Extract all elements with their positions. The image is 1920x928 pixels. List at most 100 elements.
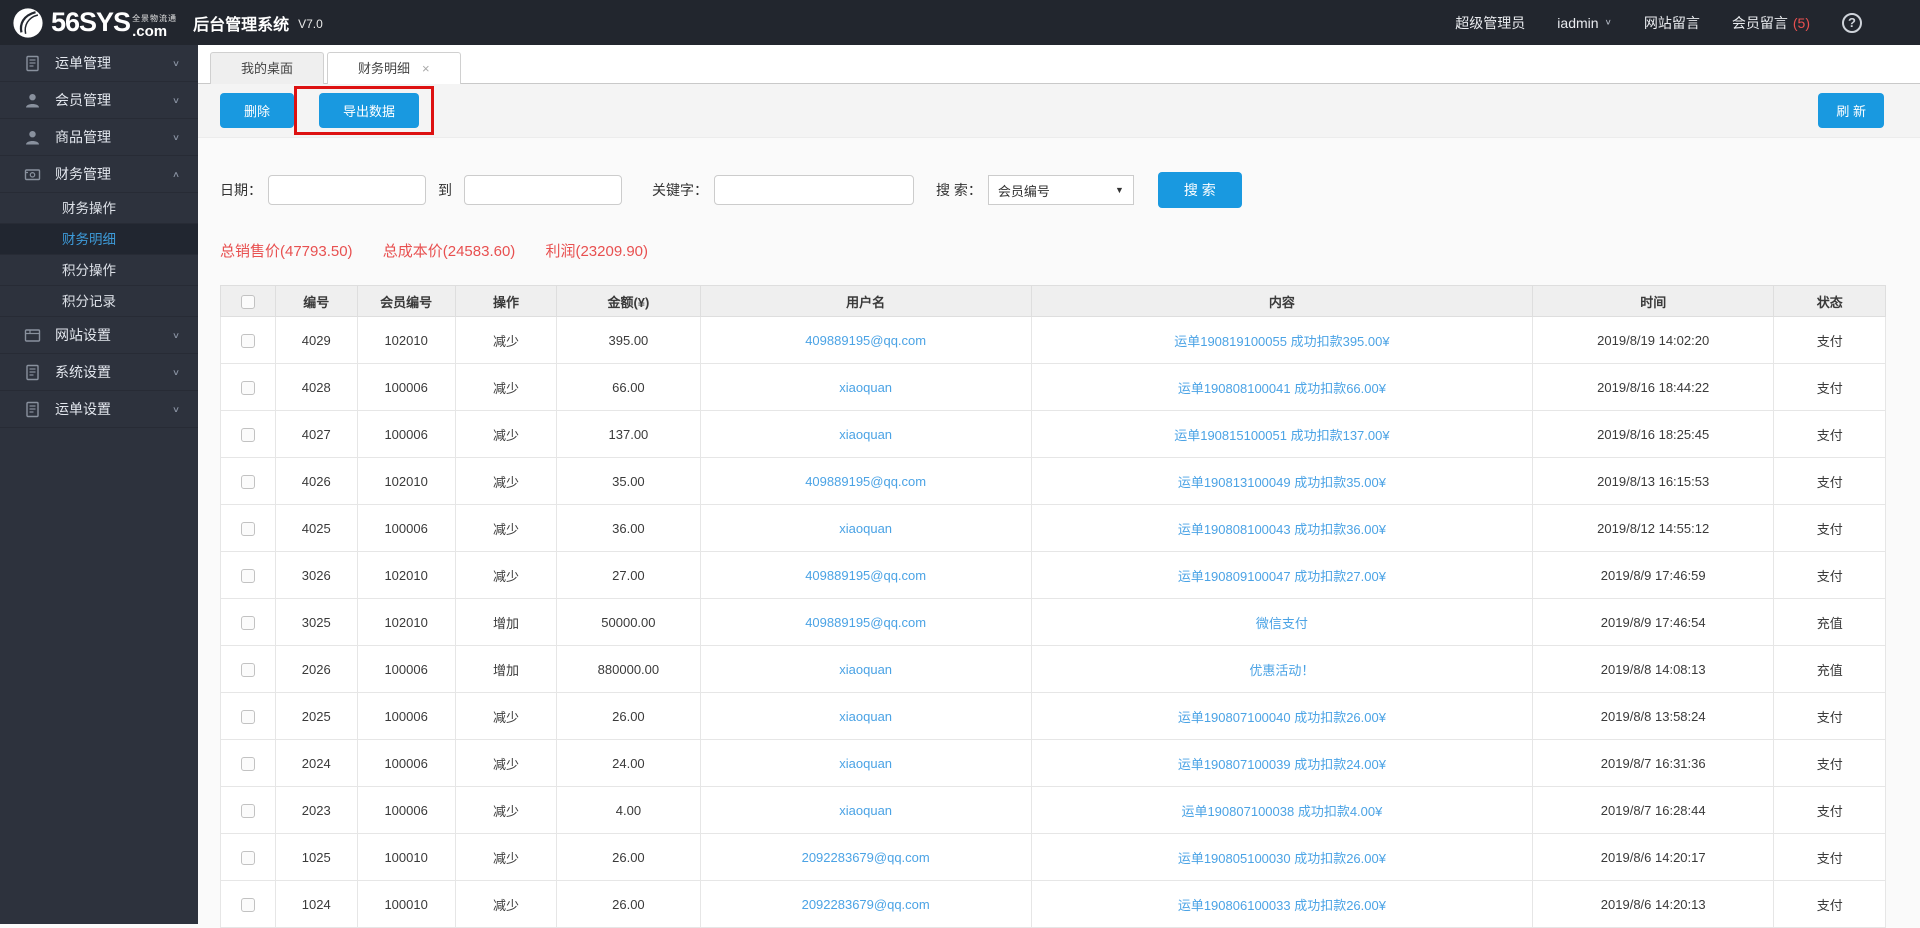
row-username-link[interactable]: 409889195@qq.com [699, 598, 1032, 646]
row-content-link[interactable]: 运单190807100040 成功扣款26.00¥ [1030, 692, 1533, 740]
row-content-link[interactable]: 微信支付 [1030, 598, 1533, 646]
row-checkbox[interactable] [240, 850, 255, 865]
row-checkbox[interactable] [240, 427, 255, 442]
row-content-link[interactable]: 运单190805100030 成功扣款26.00¥ [1030, 833, 1533, 881]
row-checkbox[interactable] [240, 521, 255, 536]
row-content-link[interactable]: 运单190813100049 成功扣款35.00¥ [1030, 457, 1533, 505]
search-button[interactable]: 搜 索 [1157, 172, 1242, 208]
site-messages-link[interactable]: 网站留言 [1644, 13, 1700, 33]
row-checkbox[interactable] [240, 333, 255, 348]
row-username-link[interactable]: 2092283679@qq.com [699, 880, 1032, 928]
table-row: 3026 102010 减少 27.00 409889195@qq.com 运单19080… [220, 551, 1886, 599]
row-content-link[interactable]: 运单190808100041 成功扣款66.00¥ [1030, 363, 1533, 411]
row-username-link[interactable]: xiaoquan [699, 504, 1032, 552]
row-checkbox[interactable] [240, 897, 255, 912]
row-username-link[interactable]: 409889195@qq.com [699, 457, 1032, 505]
row-content-link[interactable]: 运单190807100039 成功扣款24.00¥ [1030, 739, 1533, 787]
sidebar-item[interactable]: 财务管理 ∧ [0, 156, 198, 193]
sidebar-item[interactable]: 商品管理 ∨ [0, 119, 198, 156]
row-amount: 50000.00 [556, 598, 701, 646]
row-content-link[interactable]: 运单190806100033 成功扣款26.00¥ [1030, 880, 1533, 928]
row-member-id: 100006 [356, 739, 456, 787]
row-content-link[interactable]: 运单190808100043 成功扣款36.00¥ [1030, 504, 1533, 552]
sidebar-item[interactable]: 网站设置 ∨ [0, 317, 198, 354]
row-content-link[interactable]: 优惠活动！ [1030, 645, 1533, 693]
date-from-input[interactable] [268, 175, 426, 205]
row-checkbox[interactable] [240, 615, 255, 630]
row-checkbox[interactable] [240, 756, 255, 771]
chevron-down-icon: ∨ [171, 404, 180, 414]
sidebar-subitem[interactable]: 财务明细 [0, 224, 198, 255]
row-checkbox[interactable] [240, 380, 255, 395]
date-to-input[interactable] [464, 175, 622, 205]
search-by-select[interactable]: 会员编号 ▼ [987, 175, 1134, 205]
row-username-link[interactable]: xiaoquan [699, 363, 1032, 411]
sidebar-subitem[interactable]: 积分操作 [0, 255, 198, 286]
row-member-id: 100006 [356, 645, 456, 693]
row-content-link[interactable]: 运单190807100038 成功扣款4.00¥ [1030, 786, 1533, 834]
row-status: 支付 [1773, 739, 1886, 787]
sidebar-item-label: 财务管理 [55, 166, 111, 182]
member-messages-link[interactable]: 会员留言 (5) [1732, 13, 1810, 33]
row-amount: 66.00 [556, 363, 701, 411]
sidebar-item[interactable]: 系统设置 ∨ [0, 354, 198, 391]
row-username-link[interactable]: xiaoquan [699, 645, 1032, 693]
row-checkbox[interactable] [240, 662, 255, 677]
col-username: 用户名 [699, 285, 1032, 317]
user-menu[interactable]: iadmin ∨ [1557, 15, 1612, 31]
row-username-link[interactable]: 409889195@qq.com [699, 316, 1032, 364]
row-checkbox-cell [220, 880, 276, 928]
tab-my-desktop[interactable]: 我的桌面 [210, 52, 325, 84]
row-username-link[interactable]: 2092283679@qq.com [699, 833, 1032, 881]
row-username-link[interactable]: xiaoquan [699, 410, 1032, 458]
member-messages-count: (5) [1792, 14, 1810, 31]
finance-table: 编号 会员编号 操作 金额(¥) 用户名 内容 时间 状态 4029 102010… [220, 285, 1886, 928]
row-content-link[interactable]: 运单190815100051 成功扣款137.00¥ [1030, 410, 1533, 458]
logo: 56SYS 全景物流通 .com 后台管理系统 V7.0 [0, 7, 323, 39]
sidebar-item[interactable]: 运单设置 ∨ [0, 391, 198, 428]
row-status: 支付 [1773, 504, 1886, 552]
row-checkbox-cell [220, 692, 276, 740]
row-time: 2019/8/8 13:58:24 [1531, 692, 1775, 740]
row-checkbox[interactable] [240, 474, 255, 489]
row-checkbox[interactable] [240, 568, 255, 583]
col-status: 状态 [1773, 285, 1886, 317]
keyword-input[interactable] [714, 175, 914, 205]
row-checkbox-cell [220, 739, 276, 787]
row-username-link[interactable]: xiaoquan [699, 692, 1032, 740]
sidebar-subitem[interactable]: 财务操作 [0, 193, 198, 224]
row-time: 2019/8/16 18:44:22 [1531, 363, 1775, 411]
row-username-link[interactable]: xiaoquan [699, 786, 1032, 834]
row-status: 支付 [1773, 551, 1886, 599]
row-checkbox[interactable] [240, 709, 255, 724]
sidebar-subitem[interactable]: 积分记录 [0, 286, 198, 317]
row-username-link[interactable]: 409889195@qq.com [699, 551, 1032, 599]
row-username-link[interactable]: xiaoquan [699, 739, 1032, 787]
row-member-id: 100010 [356, 833, 456, 881]
row-checkbox[interactable] [240, 803, 255, 818]
close-icon[interactable]: × [422, 54, 430, 84]
row-time: 2019/8/6 14:20:17 [1531, 833, 1775, 881]
row-time: 2019/8/12 14:55:12 [1531, 504, 1775, 552]
sidebar-item[interactable]: 会员管理 ∨ [0, 82, 198, 119]
row-id: 4029 [274, 316, 358, 364]
row-member-id: 102010 [356, 551, 456, 599]
sidebar-item[interactable]: 运单管理 ∨ [0, 45, 198, 82]
tab-bar: 我的桌面 财务明细 × [198, 45, 1920, 84]
tab-finance-detail[interactable]: 财务明细 × [327, 52, 461, 84]
row-content-link[interactable]: 运单190809100047 成功扣款27.00¥ [1030, 551, 1533, 599]
main-panel: 日期： 到 关键字： 搜 索： 会员编号 ▼ 搜 索 总销售价(47793.50… [198, 172, 1920, 928]
row-amount: 137.00 [556, 410, 701, 458]
row-id: 4028 [274, 363, 358, 411]
refresh-button[interactable]: 刷 新 [1818, 93, 1884, 128]
help-icon[interactable]: ? [1842, 12, 1862, 33]
finance-icon [24, 166, 41, 183]
website-icon [24, 327, 41, 344]
export-data-button[interactable]: 导出数据 [319, 93, 420, 128]
logo-domain: .com [132, 22, 168, 40]
delete-button[interactable]: 删除 [220, 93, 295, 128]
chevron-down-icon: ∨ [1604, 18, 1612, 27]
keyword-label: 关键字： [652, 182, 708, 198]
select-all-checkbox[interactable] [240, 294, 255, 309]
row-content-link[interactable]: 运单190819100055 成功扣款395.00¥ [1030, 316, 1533, 364]
